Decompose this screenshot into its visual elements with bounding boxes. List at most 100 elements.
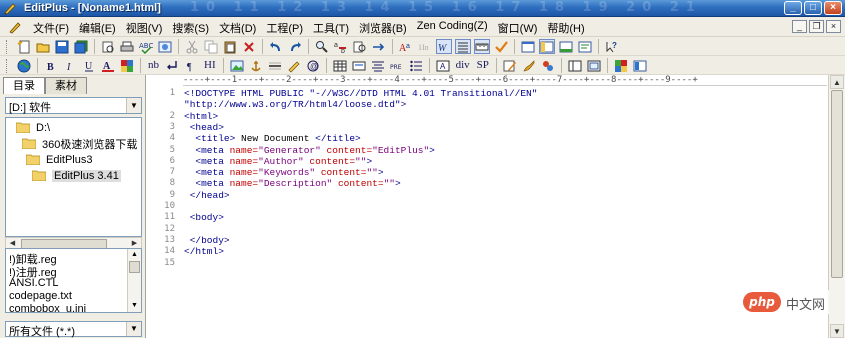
div-button[interactable]: div [454,58,472,73]
center-align-icon[interactable] [370,58,386,73]
iframe-icon[interactable] [586,58,602,73]
check-icon[interactable] [493,39,509,54]
tree-item[interactable]: EditPlus 3.41 [31,168,121,183]
edit-style-icon[interactable] [502,58,518,73]
drive-select[interactable]: [D:] 软件 ▼ [5,97,142,114]
table-icon[interactable] [332,58,348,73]
file-list-item[interactable]: ANSI.CTL [9,277,59,289]
scroll-thumb[interactable] [831,90,843,278]
doc-minimize-button[interactable]: _ [792,20,807,33]
tree-item[interactable]: D:\ [15,120,50,135]
code-area[interactable]: <!DOCTYPE HTML PUBLIC "-//W3C//DTD HTML … [184,86,824,338]
color-picker-icon[interactable] [613,58,629,73]
delete-icon[interactable] [241,39,257,54]
insert-text-icon[interactable]: A [435,58,451,73]
file-list-item[interactable]: combobox_u.ini [9,303,86,312]
frame-icon[interactable] [567,58,583,73]
menu-item[interactable]: 编辑(E) [74,20,121,36]
comment-icon[interactable] [286,58,302,73]
toolbar-grip[interactable] [6,39,9,54]
find-in-files-icon[interactable] [352,39,368,54]
replace-icon[interactable]: ab [333,39,349,54]
code-editor[interactable]: ----+----1----+----2----+----3----+----4… [147,75,845,338]
scroll-thumb[interactable] [129,261,140,273]
menu-item[interactable]: 搜索(S) [167,20,214,36]
menu-item[interactable]: 工具(T) [308,20,354,36]
menu-item[interactable]: 工程(P) [261,20,308,36]
window-list-icon[interactable] [520,39,536,54]
code-line[interactable]: </head> [184,190,230,201]
browser-preview-icon[interactable] [157,39,173,54]
redo-icon[interactable] [287,39,303,54]
underline-icon[interactable]: U [81,58,97,73]
minimize-button[interactable]: _ [784,1,802,15]
paragraph-icon[interactable]: ¶ [183,58,199,73]
code-line[interactable]: <head> [184,122,224,133]
code-line[interactable]: <!DOCTYPE HTML PUBLIC "-//W3C//DTD HTML … [184,88,537,99]
heading-button[interactable]: HI [202,58,218,73]
code-line[interactable]: <meta name="Author" content=""> [184,156,372,167]
spell-check-icon[interactable]: ABC [138,39,154,54]
goto-icon[interactable] [371,39,387,54]
file-list-item[interactable]: codepage.txt [9,290,72,302]
code-line[interactable]: <body> [184,212,224,223]
file-filter-select[interactable]: 所有文件 (*.*) ▼ [5,321,142,338]
chevron-down-icon[interactable]: ▼ [126,98,141,113]
menu-item[interactable]: 文档(D) [214,20,261,36]
bold-icon[interactable]: B [43,58,59,73]
toolbar-grip[interactable] [6,58,9,73]
tree-item[interactable]: 360极速浏览器下载 [21,136,137,151]
maximize-button[interactable]: □ [804,1,822,15]
form-icon[interactable] [351,58,367,73]
scroll-up-icon[interactable]: ▲ [128,249,141,261]
menu-item[interactable]: Zen Coding(Z) [412,20,493,36]
list-icon[interactable] [408,58,424,73]
editor-vertical-scrollbar[interactable]: ▲ ▼ [828,75,845,338]
output-window-icon[interactable] [558,39,574,54]
color-palette-icon[interactable] [119,58,135,73]
html-preview-globe-icon[interactable] [16,58,32,73]
line-break-icon[interactable] [164,58,180,73]
undo-icon[interactable] [268,39,284,54]
code-line[interactable]: <title> New Document </title> [184,133,360,144]
scroll-down-icon[interactable]: ▼ [830,324,844,338]
menu-item[interactable]: 视图(V) [121,20,168,36]
horizontal-rule-icon[interactable] [267,58,283,73]
code-line[interactable]: <meta name="Keywords" content=""> [184,167,383,178]
tab-cliptext[interactable]: 素材 [45,77,87,94]
scroll-up-icon[interactable]: ▲ [830,75,844,89]
cliptext-icon[interactable] [577,39,593,54]
word-wrap-icon[interactable]: W [436,39,452,54]
email-link-icon[interactable]: @ [305,58,321,73]
menu-item[interactable]: 文件(F) [28,20,74,36]
span-button[interactable]: SP [475,58,491,73]
cut-icon[interactable] [184,39,200,54]
doc-restore-button[interactable]: ❐ [809,20,824,33]
close-button[interactable]: × [824,1,842,15]
code-line[interactable]: <html> [184,111,218,122]
save-all-icon[interactable] [73,39,89,54]
script-icon[interactable] [540,58,556,73]
file-list-scrollbar[interactable]: ▲ ▼ [127,249,141,312]
font-icon[interactable]: Aa [398,39,414,54]
nbsp-button[interactable]: nb [146,58,161,73]
code-line[interactable]: </html> [184,246,224,257]
menu-item[interactable]: 窗口(W) [493,20,543,36]
anchor-icon[interactable] [248,58,264,73]
help-icon[interactable]: ? [604,39,620,54]
menu-item[interactable]: 浏览器(B) [354,20,412,36]
code-line[interactable]: <meta name="Description" content=""> [184,178,400,189]
italic-icon[interactable]: I [62,58,78,73]
open-folder-icon[interactable] [35,39,51,54]
save-icon[interactable] [54,39,70,54]
print-preview-icon[interactable] [100,39,116,54]
font-color-icon[interactable]: A [100,58,116,73]
preformatted-icon[interactable]: PRE [389,58,405,73]
ruler-icon[interactable] [474,39,490,54]
tab-directory[interactable]: 目录 [3,77,45,94]
directory-window-icon[interactable] [539,39,555,54]
code-line[interactable]: <meta name="Generator" content="EditPlus… [184,145,434,156]
doc-close-button[interactable]: × [826,20,841,33]
paste-icon[interactable] [222,39,238,54]
print-icon[interactable] [119,39,135,54]
